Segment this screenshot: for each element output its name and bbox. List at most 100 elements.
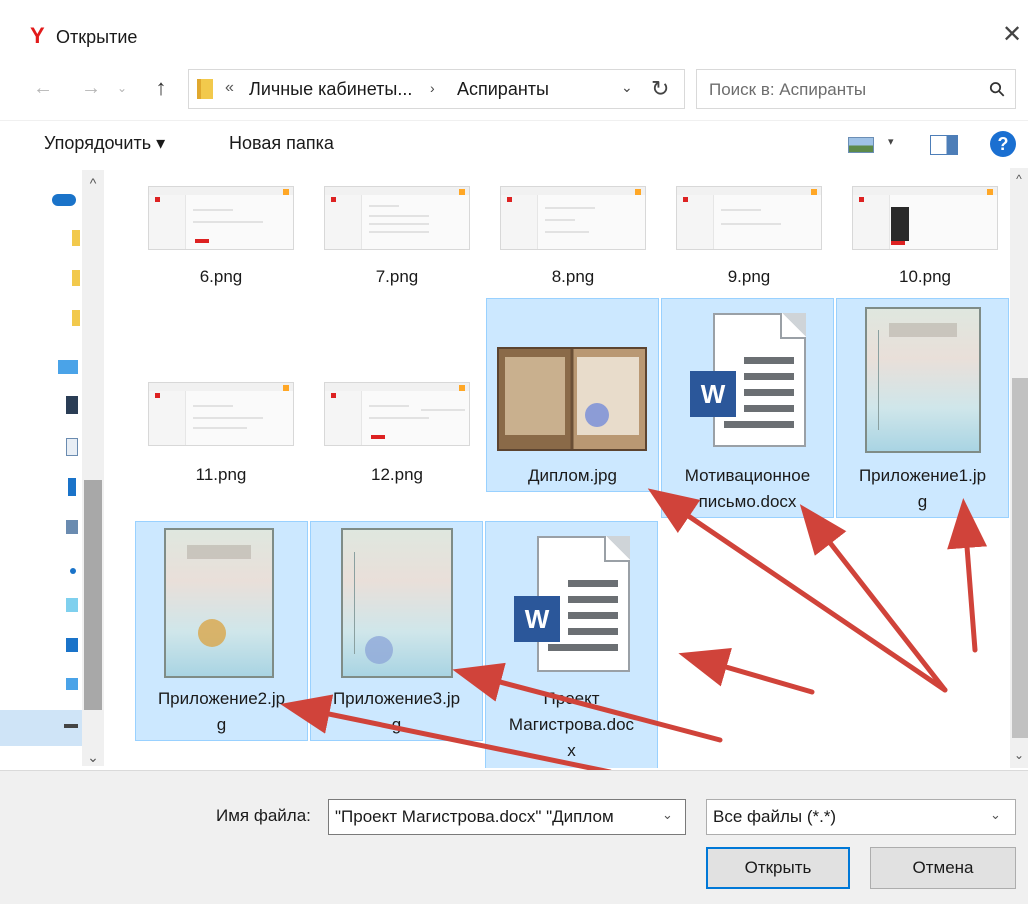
filename-field[interactable]: "Проект Магистрова.docx" "Диплом	[328, 799, 686, 835]
word-icon: W	[514, 596, 560, 642]
file-name: 9.png	[727, 267, 771, 286]
breadcrumb-overflow[interactable]: «	[225, 79, 234, 97]
file-name: g	[391, 715, 402, 734]
file-item-10-png[interactable]: 10.png	[840, 168, 1010, 294]
folder-icon	[197, 79, 213, 99]
file-item-11-png[interactable]: 11.png	[136, 300, 306, 490]
address-bar[interactable]: « Личные кабинеты... › Аспиранты ⌄ ↻	[188, 69, 685, 109]
file-thumbnail	[324, 186, 470, 250]
address-dropdown-icon[interactable]: ⌄	[621, 79, 633, 96]
window-title: Открытие	[56, 27, 138, 47]
file-name: 7.png	[375, 267, 419, 286]
drive-icon[interactable]	[64, 724, 78, 728]
videos-icon[interactable]	[66, 396, 78, 414]
file-item-appendix1-jpg[interactable]: Приложение1.jp g	[836, 298, 1009, 518]
file-name: Магистрова.doc	[508, 715, 635, 734]
scroll-down-icon[interactable]: ⌄	[1010, 748, 1028, 762]
documents-icon[interactable]	[66, 438, 78, 456]
file-item-8-png[interactable]: 8.png	[488, 168, 658, 294]
appendix-photo-thumbnail	[164, 528, 274, 678]
folder-icon[interactable]	[72, 230, 80, 246]
folder-icon[interactable]	[72, 270, 80, 286]
file-thumbnail	[148, 186, 294, 250]
file-name: 11.png	[195, 465, 247, 484]
scrollbar-thumb[interactable]	[1012, 378, 1028, 738]
file-name: Приложение2.jp	[157, 689, 286, 708]
preview-pane-icon[interactable]	[930, 135, 958, 155]
windows-drive-icon[interactable]	[66, 678, 78, 690]
filename-label: Имя файла:	[216, 806, 311, 825]
navigation-pane-scrollbar[interactable]: ^ ⌄	[82, 170, 104, 766]
word-icon: W	[690, 371, 736, 417]
back-button[interactable]: ←	[28, 70, 58, 106]
close-button[interactable]: ✕	[996, 18, 1028, 54]
dialog-footer: Имя файла: "Проект Магистрова.docx" "Дип…	[0, 770, 1028, 904]
file-item-motivational-letter-docx[interactable]: W Мотивационное письмо.docx	[661, 298, 834, 518]
downloads-icon[interactable]	[68, 478, 76, 496]
nav-item-selected[interactable]	[0, 710, 82, 746]
file-item-7-png[interactable]: 7.png	[312, 168, 482, 294]
scrollbar-thumb[interactable]	[84, 480, 102, 710]
new-folder-button[interactable]: Новая папка	[229, 133, 334, 154]
file-thumbnail	[324, 382, 470, 446]
file-name: 10.png	[899, 267, 951, 286]
file-thumbnail	[148, 382, 294, 446]
file-name: Проект	[543, 689, 600, 708]
recent-locations-chevron-icon[interactable]: ⌄	[112, 70, 132, 106]
word-document-icon: W	[514, 536, 630, 672]
file-name: Приложение1.jp	[858, 466, 987, 485]
file-item-6-png[interactable]: 6.png	[136, 168, 306, 294]
refresh-icon[interactable]: ↻	[651, 76, 669, 102]
command-toolbar: Упорядочить ▾ Новая папка ▾ ?	[0, 120, 1028, 168]
music-icon[interactable]	[70, 568, 76, 574]
file-item-appendix2-jpg[interactable]: Приложение2.jp g	[135, 521, 308, 741]
search-input[interactable]: Поиск в: Аспиранты ⚲	[696, 69, 1016, 109]
title-bar: Y Открытие ✕	[0, 0, 1028, 62]
file-name: g	[216, 715, 227, 734]
diploma-photo-thumbnail	[497, 347, 647, 451]
file-thumbnail	[852, 186, 998, 250]
scroll-down-icon[interactable]: ⌄	[82, 746, 104, 768]
file-item-diplom-jpg[interactable]: Диплом.jpg	[486, 298, 659, 492]
search-placeholder: Поиск в: Аспиранты	[709, 80, 867, 99]
folder-icon[interactable]	[72, 310, 80, 326]
file-name: письмо.docx	[698, 492, 797, 511]
file-item-9-png[interactable]: 9.png	[664, 168, 834, 294]
file-list-scrollbar[interactable]: ^ ⌄	[1010, 168, 1028, 768]
this-pc-icon[interactable]	[58, 360, 78, 374]
word-document-icon: W	[690, 313, 806, 447]
file-list[interactable]: 6.png 7.png 8.png 9.png 10.png 11.png 12…	[108, 168, 1028, 768]
scroll-up-icon[interactable]: ^	[1010, 172, 1028, 186]
forward-button[interactable]: →	[76, 70, 106, 106]
up-folder-button[interactable]: ↑	[146, 70, 176, 106]
change-view-icon[interactable]	[848, 137, 874, 153]
objects-3d-icon[interactable]	[66, 598, 78, 612]
onedrive-icon[interactable]	[52, 194, 76, 206]
pictures-icon[interactable]	[66, 520, 78, 534]
search-icon[interactable]: ⚲	[984, 75, 1012, 103]
file-name: x	[567, 741, 576, 760]
navigation-pane[interactable]: ^ ⌄	[0, 168, 106, 768]
file-thumbnail	[676, 186, 822, 250]
filename-history-chevron-icon[interactable]: ⌄	[662, 807, 673, 823]
file-name: 12.png	[371, 465, 423, 484]
desktop-icon[interactable]	[66, 638, 78, 652]
file-type-select[interactable]: Все файлы (*.*)	[706, 799, 1016, 835]
file-item-project-magistrova-docx[interactable]: W Проект Магистрова.doc x	[485, 521, 658, 768]
view-options-chevron-icon[interactable]: ▾	[888, 135, 894, 148]
file-type-chevron-icon[interactable]: ⌄	[990, 807, 1001, 823]
cancel-button[interactable]: Отмена	[870, 847, 1016, 889]
organize-button[interactable]: Упорядочить ▾	[44, 133, 165, 154]
file-name: Диплом.jpg	[528, 466, 617, 485]
file-name: Приложение3.jp	[332, 689, 461, 708]
open-button[interactable]: Открыть	[706, 847, 850, 889]
navigation-row: ← → ⌄ ↑ « Личные кабинеты... › Аспиранты…	[0, 64, 1028, 114]
breadcrumb-separator-icon[interactable]: ›	[430, 80, 435, 96]
help-icon[interactable]: ?	[990, 131, 1016, 157]
scroll-up-icon[interactable]: ^	[82, 172, 104, 194]
breadcrumb-item-graduate-students[interactable]: Аспиранты	[457, 79, 549, 100]
file-item-12-png[interactable]: 12.png	[312, 300, 482, 490]
appendix-photo-thumbnail	[865, 307, 981, 453]
file-item-appendix3-jpg[interactable]: Приложение3.jp g	[310, 521, 483, 741]
breadcrumb-item-personal-cabinets[interactable]: Личные кабинеты...	[249, 79, 412, 100]
